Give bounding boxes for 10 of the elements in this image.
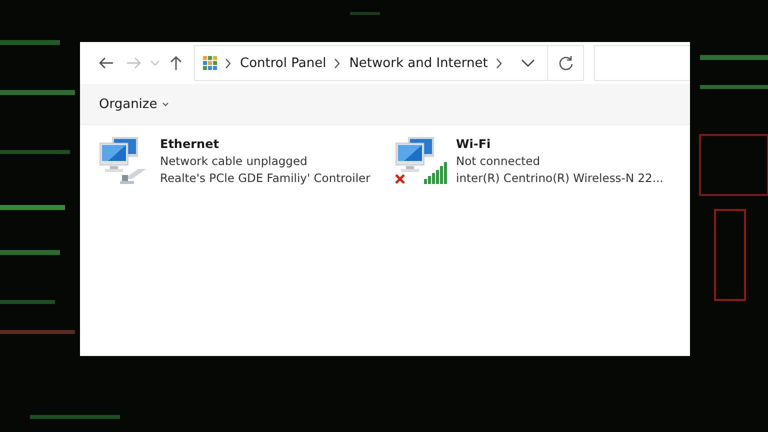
organize-button[interactable]: Organize (99, 96, 170, 112)
address-bar[interactable]: Control Panel Network and Internet (194, 45, 548, 81)
adapter-name[interactable]: Wi-Fi (456, 137, 664, 151)
adapter-device: inter(R) Centrino(R) Wireless-N 22... (456, 171, 664, 185)
adapter-status: Not connected (456, 154, 542, 168)
adapter-name[interactable]: Ethernet (160, 137, 370, 151)
breadcrumb[interactable]: Network and Internet (349, 56, 488, 70)
breadcrumb[interactable]: Control Panel (240, 56, 326, 70)
adapter-status: Network cable unplagged (160, 154, 308, 168)
adapter-device: Realte's PCle GDE Familiy' Controiler (160, 171, 370, 185)
